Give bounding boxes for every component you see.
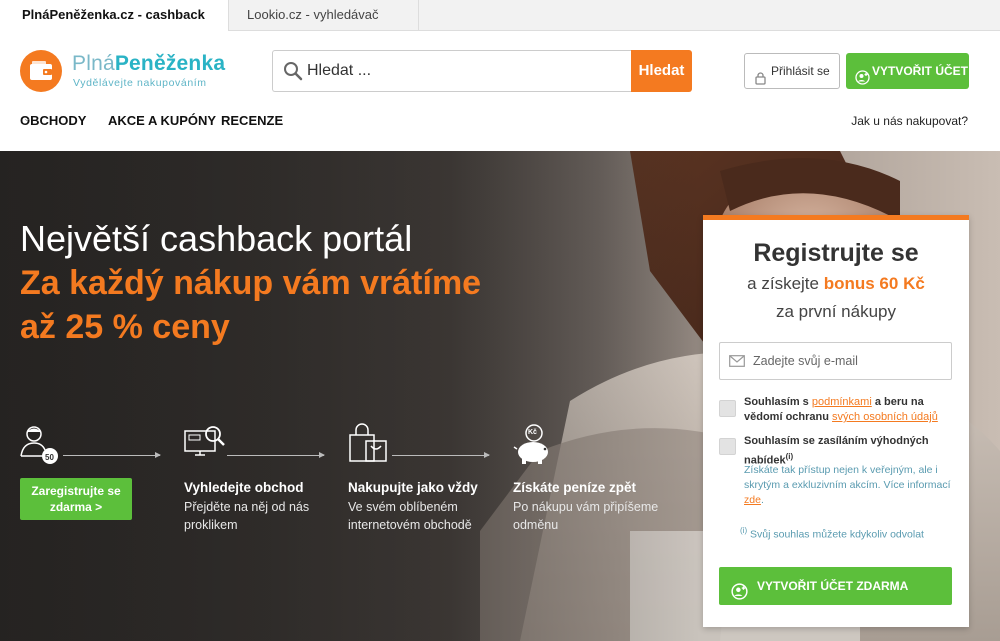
user-plus-icon [731, 577, 748, 615]
search-input[interactable] [307, 51, 627, 91]
step-arrow [63, 452, 161, 458]
search-icon [283, 61, 303, 86]
hero-subtitle-line1: Za každý nákup vám vrátíme [20, 264, 482, 302]
login-label: Přihlásit se [771, 64, 830, 78]
hero-title: Největší cashback portál [20, 218, 413, 259]
create-account-label: VYTVOŘIT ÚČET [872, 64, 969, 78]
register-free-button[interactable]: Zaregistrujte se zdarma > [20, 478, 132, 520]
step-arrow [227, 452, 325, 458]
offers-checkbox[interactable] [719, 438, 736, 455]
nav-item-akce[interactable]: AKCE A KUPÓNY [108, 113, 216, 128]
terms-consent-text: Souhlasím s podmínkami a beru na vědomí … [744, 396, 938, 423]
tab-plnapenezenka[interactable]: PlnáPeněženka.cz - cashback [0, 0, 229, 31]
card-subtitle: a získejte bonus 60 Kč [747, 274, 925, 293]
logo[interactable]: PlnáPeněženka Vydělávejte nakupováním [20, 50, 240, 94]
coin-label: Kč [528, 429, 537, 436]
step-title: Vyhledejte obchod [184, 480, 304, 495]
envelope-icon [729, 354, 745, 372]
chevron-down-icon: ⌄ [23, 113, 31, 123]
help-link[interactable]: Jak u nás nakupovat? [851, 114, 968, 128]
search-field [272, 50, 632, 92]
terms-checkbox[interactable] [719, 400, 736, 417]
step-title: Získáte peníze zpět [513, 480, 637, 495]
privacy-link[interactable]: svých osobních údajů [832, 411, 938, 423]
more-info-link[interactable]: zde [744, 494, 761, 506]
create-free-account-label: VYTVOŘIT ÚČET ZDARMA [757, 579, 909, 593]
lock-icon [755, 64, 766, 98]
revoke-note: (i) Svůj souhlas můžete kdykoliv odvolat [740, 526, 924, 541]
card-subtitle-2: za první nákupy [775, 302, 896, 321]
coin-badge: 50 [45, 453, 54, 462]
logo-name: PlnáPeněženka [72, 52, 226, 75]
info-icon[interactable]: (i) [786, 452, 794, 461]
wallet-icon [20, 50, 62, 92]
step-desc: Ve svém oblíbeném internetovém obchodě [348, 500, 472, 532]
email-field [719, 342, 952, 380]
terms-link[interactable]: podmínkami [812, 396, 872, 408]
hero-section: Největší cashback portál Za každý nákup … [0, 151, 1000, 641]
site-header: PlnáPeněženka Vydělávejte nakupováním Hl… [0, 31, 1000, 151]
bonus-amount: bonus 60 Kč [823, 274, 925, 293]
card-title: Registrujte se [753, 239, 919, 267]
site-tabs-bar: PlnáPeněženka.cz - cashback Lookio.cz - … [0, 0, 1000, 52]
computer-search-icon [184, 423, 226, 466]
hero-subtitle: Za každý nákup vám vrátíme až 25 % ceny [20, 261, 580, 349]
create-account-button[interactable]: VYTVOŘIT ÚČET [846, 53, 969, 89]
nav-item-recenze[interactable]: RECENZE [221, 113, 283, 128]
hero-subtitle-line2: až 25 % ceny [20, 308, 230, 346]
step-desc: Přejděte na něj od nás proklikem [184, 500, 310, 532]
step-arrow [392, 452, 490, 458]
user-plus-icon [855, 63, 870, 99]
registration-card: Registrujte se a získejte bonus 60 Kč za… [703, 215, 969, 627]
logo-tagline: Vydělávejte nakupováním [73, 77, 207, 89]
search-button[interactable]: Hledat [631, 50, 692, 92]
user-icon [20, 423, 62, 470]
step-desc: Po nákupu vám připíšeme odměnu [513, 500, 659, 532]
shopping-bag-icon [348, 423, 388, 468]
tab-lookio[interactable]: Lookio.cz - vyhledávač módy [229, 0, 419, 52]
login-button[interactable]: Přihlásit se [744, 53, 840, 89]
step-title: Nakupujte jako vždy [348, 480, 478, 495]
offers-note: Získáte tak přístup nejen k veřejným, al… [744, 464, 951, 506]
search-form: Hledat [272, 50, 692, 92]
create-free-account-button[interactable]: VYTVOŘIT ÚČET ZDARMA [719, 567, 952, 605]
email-input[interactable] [753, 343, 948, 379]
